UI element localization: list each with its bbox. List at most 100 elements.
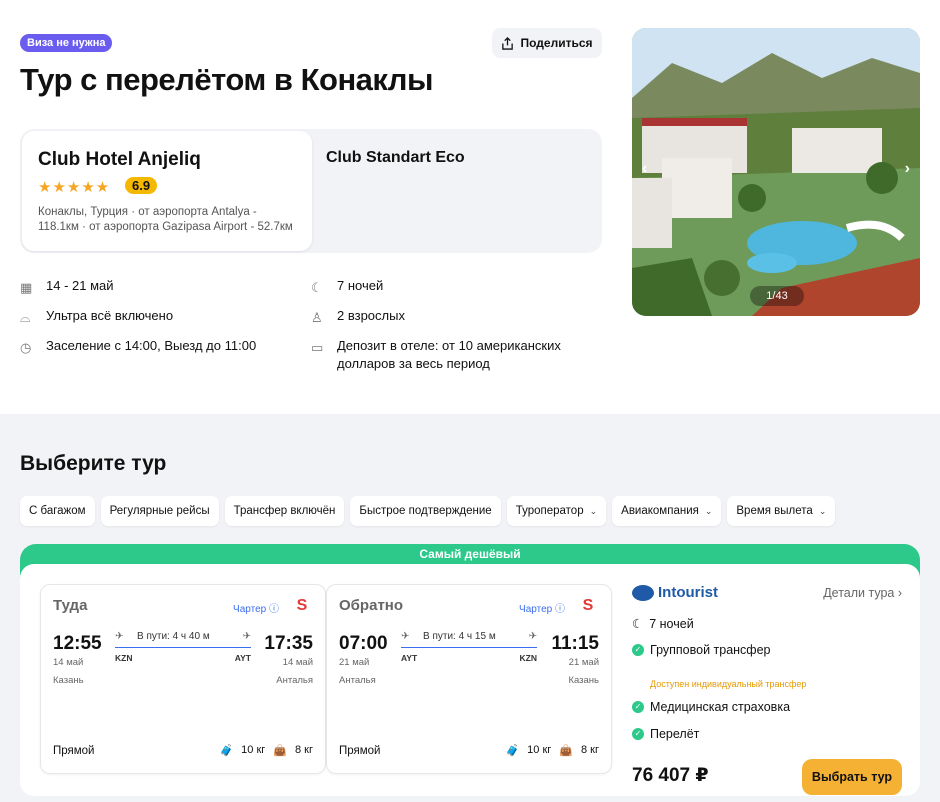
filter-departure-time[interactable]: Время вылета ⌄ — [727, 496, 836, 526]
flight-duration: В пути: 4 ч 40 м — [137, 631, 210, 642]
flight-route: ✈ В пути: 4 ч 15 м ✈ AYT KZN — [401, 631, 537, 667]
arrival-date: 21 май — [568, 657, 599, 668]
tour-offer-card: Самый дешёвый Туда Чартер ⓘ S 12:55 17:3… — [20, 544, 920, 796]
route-line — [115, 647, 251, 648]
check-icon: ✓ — [632, 728, 644, 740]
transfer-note: Доступен индивидуальный трансфер — [650, 679, 807, 689]
summary-insurance: ✓ Медицинская страховка — [632, 700, 790, 714]
charter-badge: Чартер ⓘ — [519, 604, 565, 615]
filter-transfer[interactable]: Трансфер включён — [224, 496, 345, 526]
departure-time: 12:55 — [53, 633, 102, 654]
handbag-weight: 8 кг — [581, 744, 599, 756]
luggage-weight: 10 кг — [241, 744, 266, 756]
operator-name: Intourist — [658, 584, 718, 601]
landing-icon: ✈ — [528, 631, 537, 642]
share-icon — [502, 36, 514, 50]
chevron-down-icon: ⌄ — [818, 506, 827, 516]
luggage-icon: 🧳 — [505, 745, 520, 757]
cheapest-label: Самый дешёвый — [419, 547, 521, 561]
meal-text: Ультра всё включено — [46, 308, 174, 323]
hotel-photo-gallery[interactable]: ‹ › 1/43 — [632, 28, 920, 316]
flight-outbound[interactable]: Туда Чартер ⓘ S 12:55 17:35 14 май 14 ма… — [40, 584, 326, 774]
tour-header-section: Виза не нужна Тур с перелётом в Конаклы … — [0, 0, 940, 414]
hotel-photo — [632, 28, 920, 316]
summary-flight: ✓ Перелёт — [632, 727, 699, 741]
share-button[interactable]: Поделиться — [492, 28, 602, 58]
departure-time: 07:00 — [339, 633, 388, 654]
handbag-icon: 👜 — [273, 745, 287, 757]
person-icon: ♙ — [311, 310, 323, 325]
guests-text: 2 взрослых — [337, 308, 405, 323]
tour-summary: Intourist Детали тура › ☾ 7 ночей ✓ Груп… — [632, 584, 902, 795]
handbag-weight: 8 кг — [295, 744, 313, 756]
hotel-name: Club Hotel Anjeliq — [38, 149, 201, 170]
deposit-text: Депозит в отеле: от 10 американских долл… — [337, 338, 561, 371]
check-icon: ✓ — [632, 701, 644, 713]
arrival-city: Анталья — [276, 675, 313, 686]
flight-route: ✈ В пути: 4 ч 40 м ✈ KZN AYT — [115, 631, 251, 667]
filter-baggage[interactable]: С багажом — [20, 496, 95, 526]
room-name: Club Standart Eco — [326, 149, 465, 166]
departure-date: 14 май — [53, 657, 84, 668]
hotel-location: Конаклы, Турция · от аэропорта Antalya -… — [38, 206, 293, 233]
takeoff-icon: ✈ — [401, 631, 410, 642]
departure-date: 21 май — [339, 657, 370, 668]
summary-nights: ☾ 7 ночей — [632, 616, 694, 632]
fact-nights: ☾ 7 ночей — [311, 277, 383, 295]
arrival-time: 11:15 — [551, 633, 599, 654]
tour-offer-body: Туда Чартер ⓘ S 12:55 17:35 14 май 14 ма… — [20, 564, 920, 796]
hotel-card[interactable]: Club Hotel Anjeliq ★★★★★ 6.9 Конаклы, Ту… — [22, 131, 312, 251]
route-line — [401, 647, 537, 648]
flight-type: Прямой — [339, 745, 381, 757]
fact-deposit: ▭ Депозит в отеле: от 10 американских до… — [311, 337, 581, 373]
gallery-next-icon[interactable]: › — [905, 160, 910, 178]
filter-operator[interactable]: Туроператор ⌄ — [506, 496, 607, 526]
share-label: Поделиться — [520, 36, 593, 50]
filter-fast-confirm[interactable]: Быстрое подтверждение — [350, 496, 501, 526]
clock-icon: ◷ — [20, 340, 32, 355]
rating-badge: 6.9 — [125, 177, 158, 194]
luggage-weight: 10 кг — [527, 744, 552, 756]
takeoff-icon: ✈ — [115, 631, 124, 642]
meal-icon: ⌓ — [20, 310, 31, 325]
flight-title: Обратно — [339, 597, 404, 614]
arrival-airport-code: AYT — [234, 653, 251, 663]
calendar-icon: ▦ — [20, 280, 33, 295]
choose-title: Выберите тур — [20, 452, 167, 475]
arrival-city: Казань — [568, 675, 599, 686]
fact-guests: ♙ 2 взрослых — [311, 307, 405, 325]
gallery-counter: 1/43 — [750, 286, 804, 306]
luggage-icon: 🧳 — [219, 745, 234, 757]
baggage-info: 🧳 10 кг 👜 8 кг — [505, 744, 599, 757]
airline-logo-icon: S — [582, 597, 594, 614]
flight-return[interactable]: Обратно Чартер ⓘ S 07:00 11:15 21 май 21… — [326, 584, 612, 774]
gallery-prev-icon[interactable]: ‹ — [642, 160, 647, 178]
baggage-info: 🧳 10 кг 👜 8 кг — [219, 744, 313, 757]
tour-details-link[interactable]: Детали тура › — [823, 586, 902, 600]
moon-icon: ☾ — [311, 280, 323, 295]
moon-icon: ☾ — [632, 617, 644, 631]
wallet-icon: ▭ — [311, 340, 324, 355]
chevron-down-icon: ⌄ — [589, 506, 598, 516]
visa-badge: Виза не нужна — [20, 34, 113, 52]
operator-logo: Intourist — [632, 584, 718, 601]
nights-text: 7 ночей — [337, 278, 384, 293]
landing-icon: ✈ — [242, 631, 251, 642]
arrival-date: 14 май — [282, 657, 313, 668]
filter-regular[interactable]: Регулярные рейсы — [100, 496, 219, 526]
handbag-icon: 👜 — [559, 745, 573, 757]
fact-checkin: ◷ Заселение с 14:00, Выезд до 11:00 — [20, 337, 256, 355]
page-title: Тур с перелётом в Конаклы — [20, 62, 433, 97]
chevron-down-icon: ⌄ — [704, 506, 713, 516]
filter-airline[interactable]: Авиакомпания ⌄ — [612, 496, 722, 526]
summary-transfer: ✓ Групповой трансфер — [632, 643, 771, 657]
departure-airport-code: AYT — [401, 653, 418, 663]
hotel-info-box: Club Hotel Anjeliq ★★★★★ 6.9 Конаклы, Ту… — [20, 129, 602, 253]
filter-chips: С багажом Регулярные рейсы Трансфер вклю… — [20, 496, 836, 526]
fact-dates: ▦ 14 - 21 май — [20, 277, 114, 295]
check-icon: ✓ — [632, 644, 644, 656]
arrival-airport-code: KZN — [519, 653, 537, 663]
select-tour-button[interactable]: Выбрать тур — [802, 759, 902, 795]
star-rating: ★★★★★ — [38, 179, 111, 196]
charter-badge: Чартер ⓘ — [233, 604, 279, 615]
